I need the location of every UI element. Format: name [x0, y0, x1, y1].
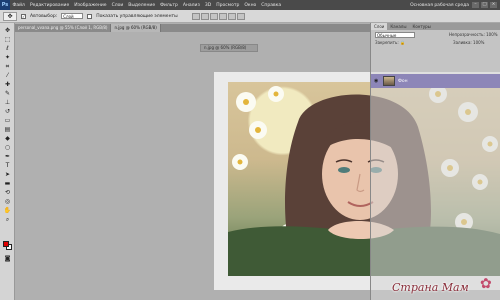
move-tool-icon[interactable]: ✥	[3, 27, 12, 34]
3d-rotate-icon[interactable]: ⟲	[3, 189, 12, 196]
options-bar: ✥ ✓ Автовыбор: Слой Показать управляющие…	[0, 10, 500, 23]
blur-tool-icon[interactable]: ◆	[3, 135, 12, 142]
minimize-button[interactable]: –	[472, 2, 479, 8]
layer-thumbnail	[383, 76, 395, 86]
fill-label: Заливка:	[453, 40, 472, 45]
align-center-icon[interactable]	[227, 12, 236, 20]
lock-label: Закрепить:	[375, 40, 399, 45]
zoom-tool-icon[interactable]: ⌕	[3, 216, 12, 223]
align-buttons	[191, 12, 245, 20]
document-tabs: personal_vvana.png @ 55% (Слой 1, RGB/8)…	[15, 24, 370, 32]
menu-image[interactable]: Изображение	[72, 3, 109, 8]
lock-icon[interactable]: 🔒	[400, 40, 405, 45]
doc-tab-n-jpg[interactable]: n.jpg @ 60% (RGB/8)	[111, 24, 161, 32]
tools-panel: ✥ ⬚ ℓ ✦ ⌗ ⁄ ✚ ✎ ⊥ ↺ ▭ ▤ ◆ ○ ✒ T ➤ ▬ ⟲ ◎ …	[0, 23, 15, 300]
menu-analysis[interactable]: Анализ	[180, 3, 202, 8]
type-tool-icon[interactable]: T	[3, 162, 12, 169]
show-controls-label: Показать управляющие элементы	[96, 13, 178, 19]
eraser-tool-icon[interactable]: ▭	[3, 117, 12, 124]
opacity-label: Непрозрачность:	[449, 32, 485, 37]
lock-row: Закрепить: 🔒	[375, 40, 405, 45]
fill-value[interactable]: 100%	[473, 40, 484, 45]
menu-help[interactable]: Справка	[259, 3, 284, 8]
doc-tab-personal[interactable]: personal_vvana.png @ 55% (Слой 1, RGB/8)	[15, 24, 112, 32]
lasso-tool-icon[interactable]: ℓ	[3, 45, 12, 52]
hand-tool-icon[interactable]: ✋	[3, 207, 12, 214]
menu-edit[interactable]: Редактирование	[27, 3, 71, 8]
autoselect-dropdown[interactable]: Слой	[61, 13, 84, 19]
maximize-button[interactable]: □	[481, 2, 488, 8]
autoselect-label: Автовыбор:	[30, 13, 58, 19]
foreground-color-swatch[interactable]	[3, 241, 9, 247]
align-right-icon[interactable]	[236, 12, 245, 20]
menu-view[interactable]: Просмотр	[214, 3, 242, 8]
menu-window[interactable]: Окно	[242, 3, 259, 8]
tab-channels[interactable]: Каналы	[387, 23, 409, 30]
align-left-icon[interactable]	[218, 12, 227, 20]
gradient-tool-icon[interactable]: ▤	[3, 126, 12, 133]
menu-bar: Ps Файл Редактирование Изображение Слои …	[0, 0, 500, 10]
autoselect-checkbox[interactable]: ✓	[21, 13, 26, 19]
layer-row-background[interactable]: ◉ Фон	[371, 74, 500, 88]
path-selection-icon[interactable]: ➤	[3, 171, 12, 178]
align-bottom-icon[interactable]	[209, 12, 218, 20]
menu-3d[interactable]: 3D	[202, 3, 213, 8]
blend-mode-dropdown[interactable]: Обычные	[375, 32, 415, 38]
align-top-icon[interactable]	[191, 12, 200, 20]
crop-tool-icon[interactable]: ⌗	[3, 63, 12, 70]
fill-control[interactable]: Заливка: 100%	[453, 40, 484, 45]
magic-wand-icon[interactable]: ✦	[3, 54, 12, 61]
history-brush-icon[interactable]: ↺	[3, 108, 12, 115]
watermark-flower-icon: ✿	[480, 276, 492, 292]
align-middle-icon[interactable]	[200, 12, 209, 20]
eyedropper-icon[interactable]: ⁄	[3, 72, 12, 79]
move-tool-preset-icon[interactable]: ✥	[3, 11, 17, 21]
healing-brush-icon[interactable]: ✚	[3, 81, 12, 88]
close-button[interactable]: ×	[490, 2, 497, 8]
opacity-control[interactable]: Непрозрачность: 100%	[449, 32, 498, 37]
layer-name: Фон	[398, 78, 408, 84]
quick-mask-icon[interactable]: ◙	[3, 255, 12, 262]
tab-layers[interactable]: Слои	[371, 23, 388, 30]
clone-stamp-icon[interactable]: ⊥	[3, 99, 12, 106]
watermark-logo: Страна Мам	[392, 281, 469, 294]
photoshop-logo: Ps	[0, 0, 10, 10]
brush-tool-icon[interactable]: ✎	[3, 90, 12, 97]
menu-layers[interactable]: Слои	[109, 3, 126, 8]
panel-tabs: Слои Каналы Контуры	[371, 23, 500, 30]
menu-file[interactable]: Файл	[10, 3, 27, 8]
visibility-eye-icon[interactable]: ◉	[374, 78, 380, 84]
marquee-tool-icon[interactable]: ⬚	[3, 36, 12, 43]
window-controls: – □ ×	[472, 2, 500, 8]
pen-tool-icon[interactable]: ✒	[3, 153, 12, 160]
workspace-switcher[interactable]: Основная рабочая среда	[410, 3, 472, 8]
3d-camera-icon[interactable]: ◎	[3, 198, 12, 205]
tab-paths[interactable]: Контуры	[409, 23, 433, 30]
floating-window-title[interactable]: n.jpg @ 60% (RGB/8)	[200, 44, 258, 52]
dodge-tool-icon[interactable]: ○	[3, 144, 12, 151]
layers-panel: Слои Каналы Контуры Обычные Непрозрачнос…	[370, 23, 500, 300]
menu-select[interactable]: Выделение	[126, 3, 158, 8]
show-controls-checkbox[interactable]	[87, 13, 93, 19]
shape-tool-icon[interactable]: ▬	[3, 180, 12, 187]
menu-filter[interactable]: Фильтр	[158, 3, 181, 8]
opacity-value[interactable]: 100%	[486, 32, 497, 37]
